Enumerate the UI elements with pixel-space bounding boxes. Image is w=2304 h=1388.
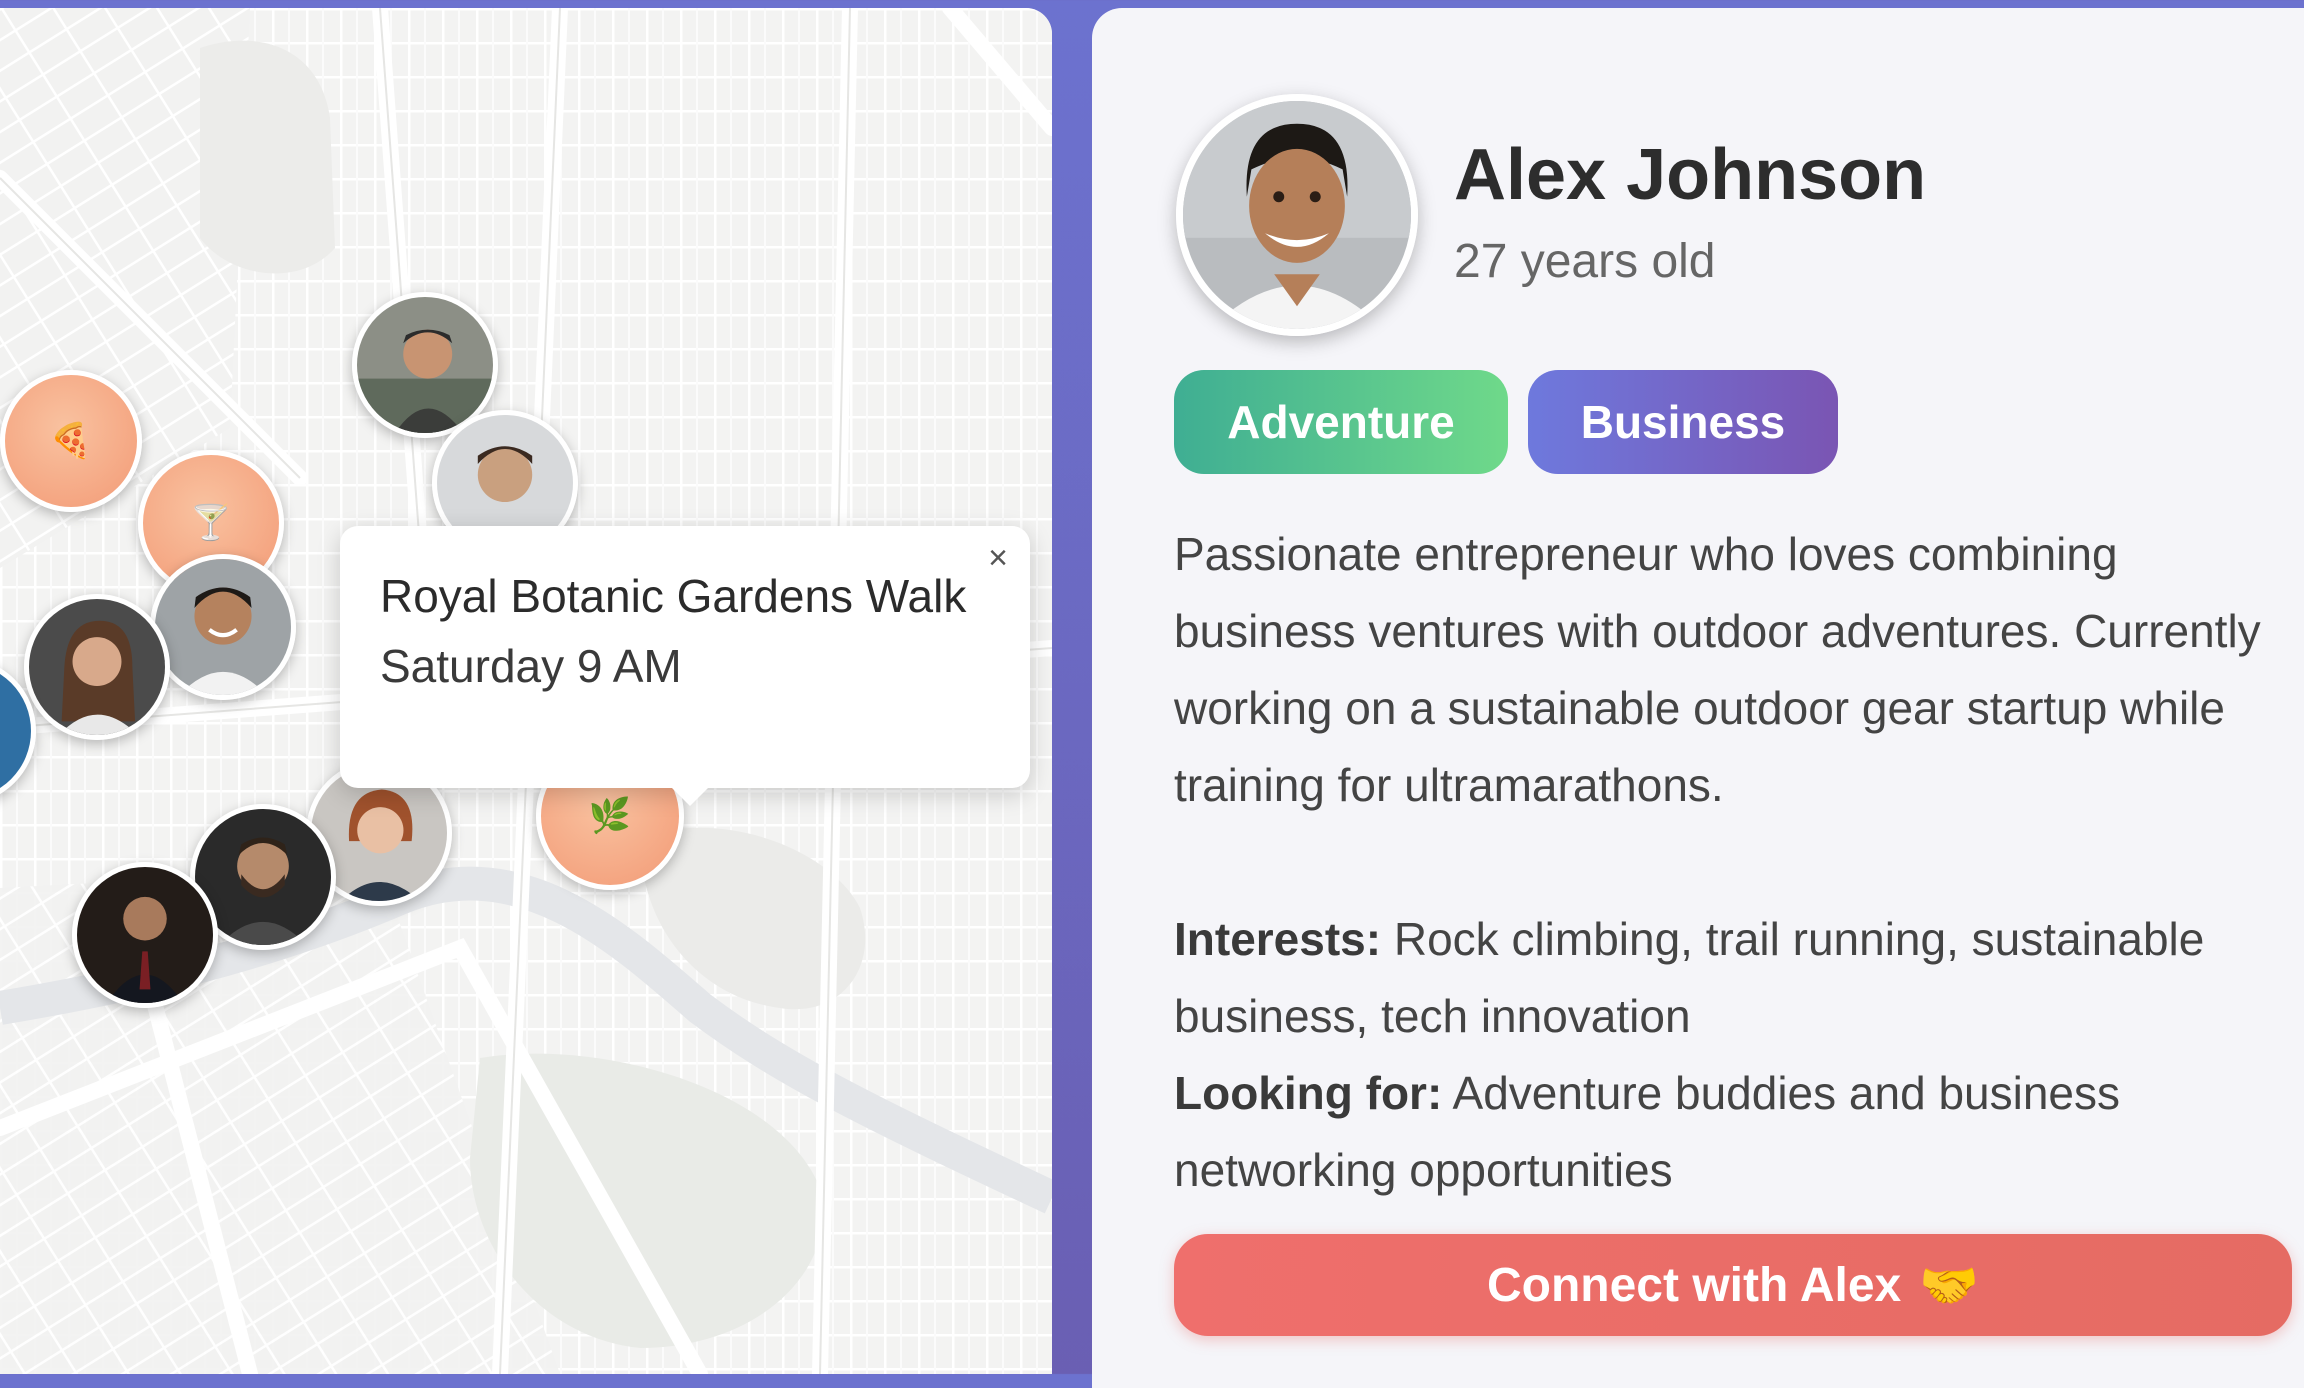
avatar-photo	[29, 599, 165, 735]
map-panel[interactable]: 🍕 🍸 🌿 × Royal Botanic Gardens Walk Satur…	[0, 8, 1052, 1374]
looking-for-label: Looking for:	[1174, 1067, 1443, 1119]
connect-button[interactable]: Connect with Alex 🤝	[1174, 1234, 2292, 1336]
profile-avatar	[1176, 94, 1418, 336]
tag-adventure: Adventure	[1174, 370, 1508, 474]
interests-label: Interests:	[1174, 913, 1382, 965]
user-marker-man-tie[interactable]	[72, 862, 218, 1008]
avatar-photo	[155, 559, 291, 695]
avatar-photo	[357, 297, 493, 433]
connect-button-label: Connect with Alex	[1486, 1258, 1902, 1312]
popup-pointer	[670, 786, 710, 806]
cocktail-icon: 🍸	[189, 504, 233, 542]
close-icon[interactable]: ×	[978, 538, 1018, 578]
pizza-marker[interactable]: 🍕	[0, 370, 142, 512]
avatar-photo	[1183, 101, 1411, 329]
interests-row: Interests: Rock climbing, trail running,…	[1174, 901, 2284, 1055]
profile-card: Alex Johnson 27 years old Adventure Busi…	[1092, 8, 2304, 1388]
handshake-icon: 🤝	[1919, 1259, 1980, 1313]
tag-business: Business	[1528, 370, 1838, 474]
user-marker-woman-brunette[interactable]	[24, 594, 170, 740]
profile-bio: Passionate entrepreneur who loves combin…	[1174, 528, 2261, 811]
leaf-icon: 🌿	[588, 797, 632, 835]
event-popup: × Royal Botanic Gardens Walk Saturday 9 …	[340, 526, 1030, 806]
avatar-photo	[77, 867, 213, 1003]
event-time: Saturday 9 AM	[380, 640, 682, 692]
event-title: Royal Botanic Gardens Walk	[380, 570, 967, 622]
profile-name: Alex Johnson	[1454, 135, 1927, 215]
pizza-icon: 🍕	[49, 422, 93, 460]
profile-age: 27 years old	[1454, 235, 1716, 288]
user-marker-alex[interactable]	[150, 554, 296, 700]
looking-for-row: Looking for: Adventure buddies and busin…	[1174, 1055, 2284, 1209]
